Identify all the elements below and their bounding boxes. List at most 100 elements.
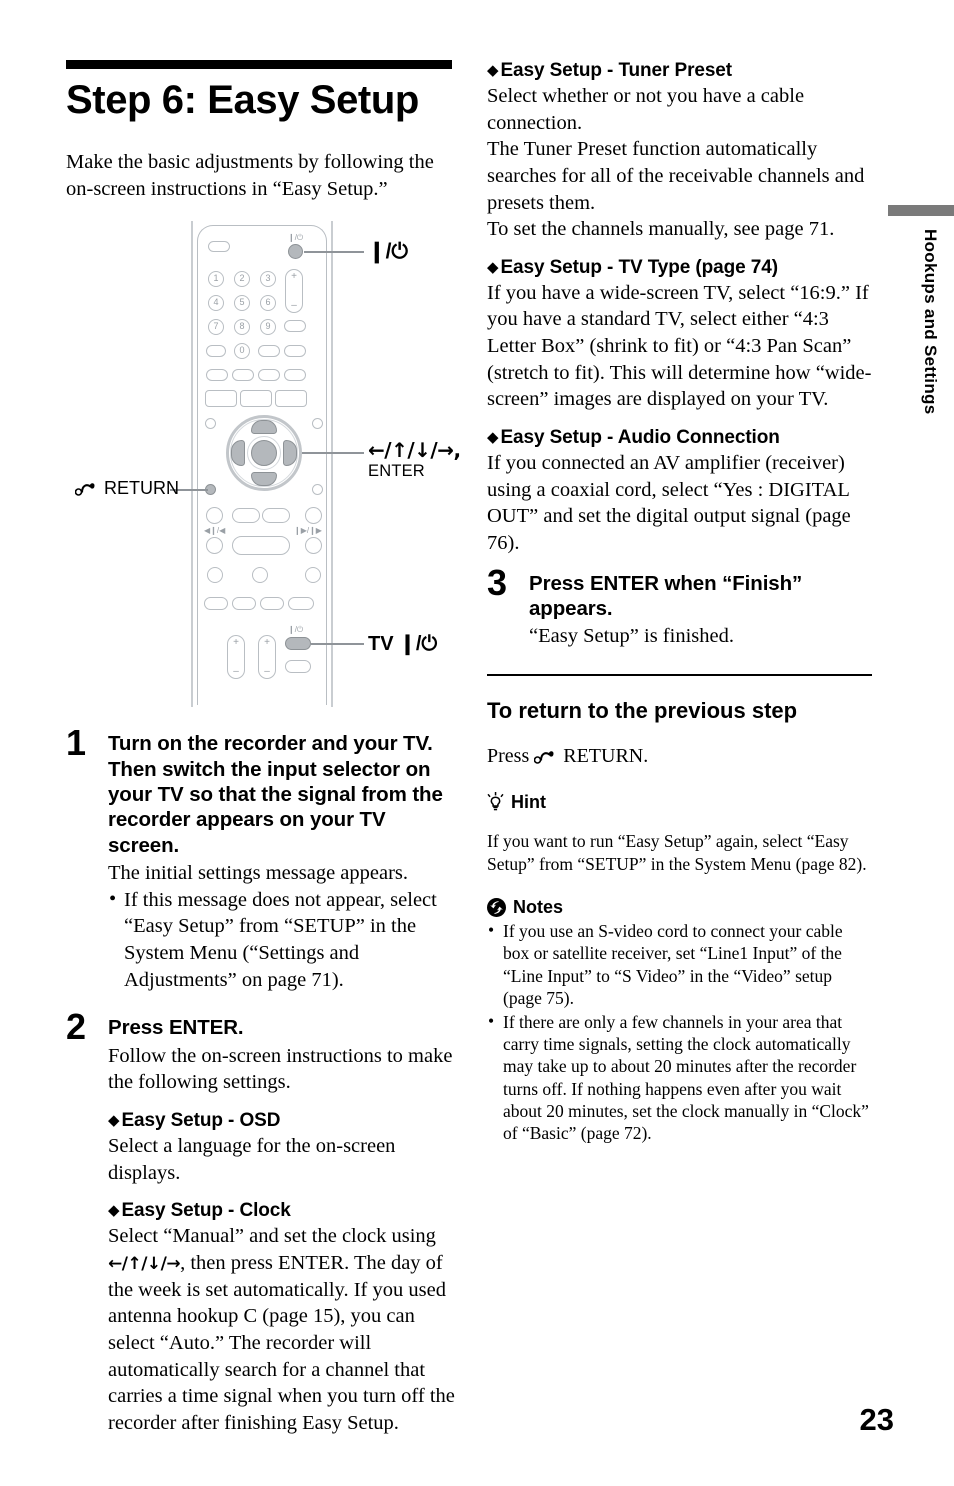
key-9[interactable]: 9 [260, 319, 276, 336]
diamond-bullet-icon: ◆ [487, 257, 499, 276]
section-tuner-preset-title: ◆ Easy Setup - Tuner Preset [487, 60, 872, 82]
dpad-control[interactable] [226, 415, 302, 492]
notice-icon [487, 897, 506, 917]
key-1[interactable]: 1 [208, 271, 224, 288]
key-8[interactable]: 8 [234, 319, 250, 336]
key-0[interactable]: 0 [234, 343, 250, 360]
return-icon [534, 751, 554, 764]
section-osd-body: Select a language for the on-screen disp… [108, 1135, 396, 1184]
notes-list-item: If you use an S-video cord to connect yo… [487, 919, 872, 1010]
left-column: Step 6: Easy Setup Make the basic adjust… [66, 60, 461, 1436]
enter-button[interactable] [251, 440, 277, 467]
return-block-heading: To return to the previous step [487, 698, 798, 724]
title-rule [66, 60, 452, 69]
function-button-d[interactable] [206, 369, 228, 382]
wide-button[interactable] [288, 597, 314, 611]
key-4[interactable]: 4 [208, 295, 224, 312]
section-divider [487, 674, 872, 677]
function-button-a[interactable] [284, 320, 306, 333]
step-3: 3 Press ENTER when “Finish” appears. “Ea… [487, 564, 872, 650]
next-slow-tiny-label: ❙▶/❙▶ [294, 526, 322, 536]
volume-rocker[interactable]: + – [285, 269, 303, 314]
section-osd-title-text: Easy Setup - OSD [121, 1110, 281, 1132]
step-2-text: Follow the on-screen instructions to mak… [108, 1044, 453, 1094]
step-1: 1 Turn on the recorder and your TV. Then… [66, 725, 456, 994]
function-button-g[interactable] [284, 369, 306, 382]
tv-volume-rocker[interactable]: + – [227, 635, 245, 680]
step-2: 2 Press ENTER. Follow the on-screen inst… [66, 1009, 456, 1436]
function-button-c[interactable] [284, 345, 306, 358]
scan-back-button[interactable] [232, 508, 260, 524]
play-button[interactable] [232, 536, 290, 556]
section-tuner-preset-title-text: Easy Setup - Tuner Preset [500, 60, 732, 81]
diamond-bullet-icon: ◆ [487, 61, 499, 79]
blank-round-button[interactable] [207, 567, 223, 584]
step-1-heading: Turn on the recorder and your TV. Then s… [108, 732, 443, 857]
tv-input-button[interactable] [285, 660, 311, 674]
key-5[interactable]: 5 [234, 295, 250, 312]
menu-button-3[interactable] [275, 390, 307, 408]
dpad-left-arrow-icon[interactable] [231, 440, 245, 467]
key-7[interactable]: 7 [208, 319, 224, 336]
next-chapter-button[interactable] [305, 507, 322, 525]
page-number: 23 [859, 1402, 894, 1437]
prev-slow-tiny-label: ◀❙/◀ [204, 526, 226, 536]
side-tab-label: Hookups and Settings [921, 229, 940, 415]
diamond-bullet-icon: ◆ [487, 428, 499, 447]
key-6[interactable]: 6 [260, 295, 276, 312]
hint-heading-text: Hint [511, 791, 546, 812]
key-dot[interactable] [206, 345, 226, 358]
leader-line-power [304, 251, 364, 253]
diamond-bullet-icon: ◆ [108, 1111, 120, 1130]
right-column: ◆ Easy Setup - Tuner Preset Select whethe… [487, 60, 872, 1146]
step-3-text: “Easy Setup” is finished. [529, 625, 734, 648]
section-clock-title-text: Easy Setup - Clock [121, 1200, 291, 1222]
step-1-bullet-item: If this message does not appear, select … [108, 886, 456, 994]
function-button-f[interactable] [258, 369, 280, 382]
eject-button[interactable] [208, 241, 230, 253]
section-clock-title: ◆ Easy Setup - Clock [108, 1200, 456, 1222]
rec-stop-button[interactable] [232, 597, 256, 611]
step-1-text: The initial settings message appears. [108, 862, 409, 885]
step-1-bullet-list: If this message does not appear, select … [108, 886, 456, 994]
page-title: Step 6: Easy Setup [66, 78, 419, 122]
rewind-button[interactable] [206, 537, 223, 555]
callout-enter-label: ENTER [368, 462, 425, 481]
section-clock-body: Select “Manual” and set the clock using … [108, 1223, 456, 1436]
tv-channel-plus-label: + [264, 637, 270, 649]
lightbulb-icon [487, 792, 504, 811]
record-button[interactable] [204, 597, 228, 611]
rec-mode-button[interactable] [260, 597, 284, 611]
tv-power-button[interactable] [285, 637, 311, 651]
menu-button-2[interactable] [240, 390, 272, 408]
section-tuner-preset-body: Select whether or not you have a cable c… [487, 85, 865, 241]
prev-chapter-button[interactable] [206, 507, 223, 525]
pause-button[interactable] [252, 567, 268, 584]
dpad-up-arrow-icon[interactable] [251, 420, 277, 435]
callout-tv-power-label: TV ❙/⏻ [368, 633, 438, 656]
return-press-word: Press [487, 745, 530, 768]
tv-volume-minus-label: – [233, 666, 239, 678]
notes-heading: Notes [487, 897, 872, 918]
function-button-e[interactable] [232, 369, 254, 382]
return-icon [75, 483, 95, 496]
tv-channel-rocker[interactable]: + – [258, 635, 276, 680]
menu-button-1[interactable] [205, 390, 237, 408]
intro-text: Make the basic adjustments by following … [66, 151, 434, 201]
notes-list: If you use an S-video cord to connect yo… [487, 919, 872, 1145]
step-3-heading: Press ENTER when “Finish” appears. [529, 571, 803, 621]
leader-line-tv-power [311, 643, 364, 645]
function-button-b[interactable] [258, 345, 280, 358]
fast-forward-button[interactable] [305, 537, 322, 555]
stop-button[interactable] [305, 567, 321, 584]
leader-line-dpad [302, 452, 364, 454]
step-1-number: 1 [66, 722, 87, 764]
section-audio-connection-title-text: Easy Setup - Audio Connection [500, 427, 780, 449]
scan-forward-button[interactable] [262, 508, 290, 524]
key-2[interactable]: 2 [234, 271, 250, 288]
step-2-body: Press ENTER. Follow the on-screen instru… [108, 1015, 456, 1436]
key-3[interactable]: 3 [260, 271, 276, 288]
power-button[interactable] [288, 244, 303, 260]
side-tab: Hookups and Settings [880, 205, 954, 455]
callout-dpad-arrows: ←/↑/↓/→, [368, 438, 461, 463]
